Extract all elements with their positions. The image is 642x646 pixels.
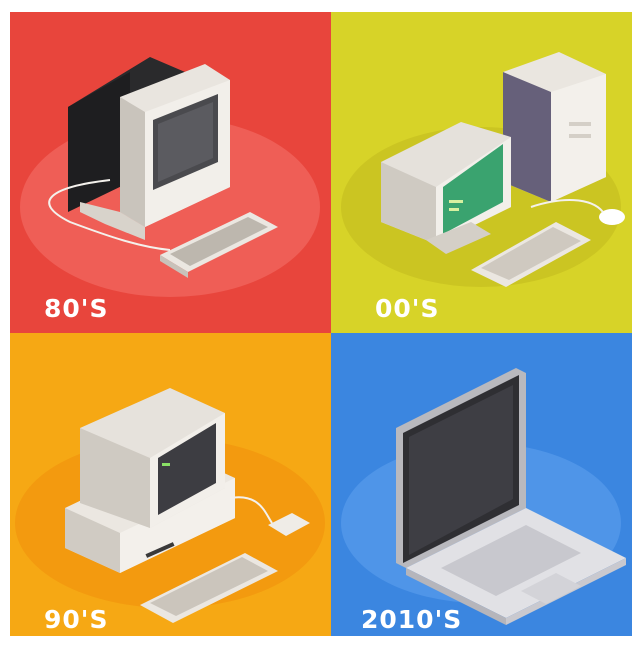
era-label-80s: 80'S (44, 294, 109, 323)
retro-80s-computer-illustration (20, 57, 320, 297)
desktop-tower-computer-illustration (341, 52, 625, 287)
tile-2010s: 2010'S (331, 333, 632, 636)
laptop-illustration (341, 368, 626, 625)
era-grid: 80'S 00'S 90'S 2010'S (10, 12, 632, 636)
era-label-90s: 90'S (44, 605, 109, 634)
beige-90s-computer-illustration (15, 388, 325, 623)
era-label-2010s: 2010'S (361, 605, 463, 634)
era-label-00s: 00'S (375, 294, 440, 323)
tile-00s: 00'S (331, 12, 632, 333)
tile-90s: 90'S (10, 333, 331, 636)
tile-80s: 80'S (10, 12, 331, 333)
